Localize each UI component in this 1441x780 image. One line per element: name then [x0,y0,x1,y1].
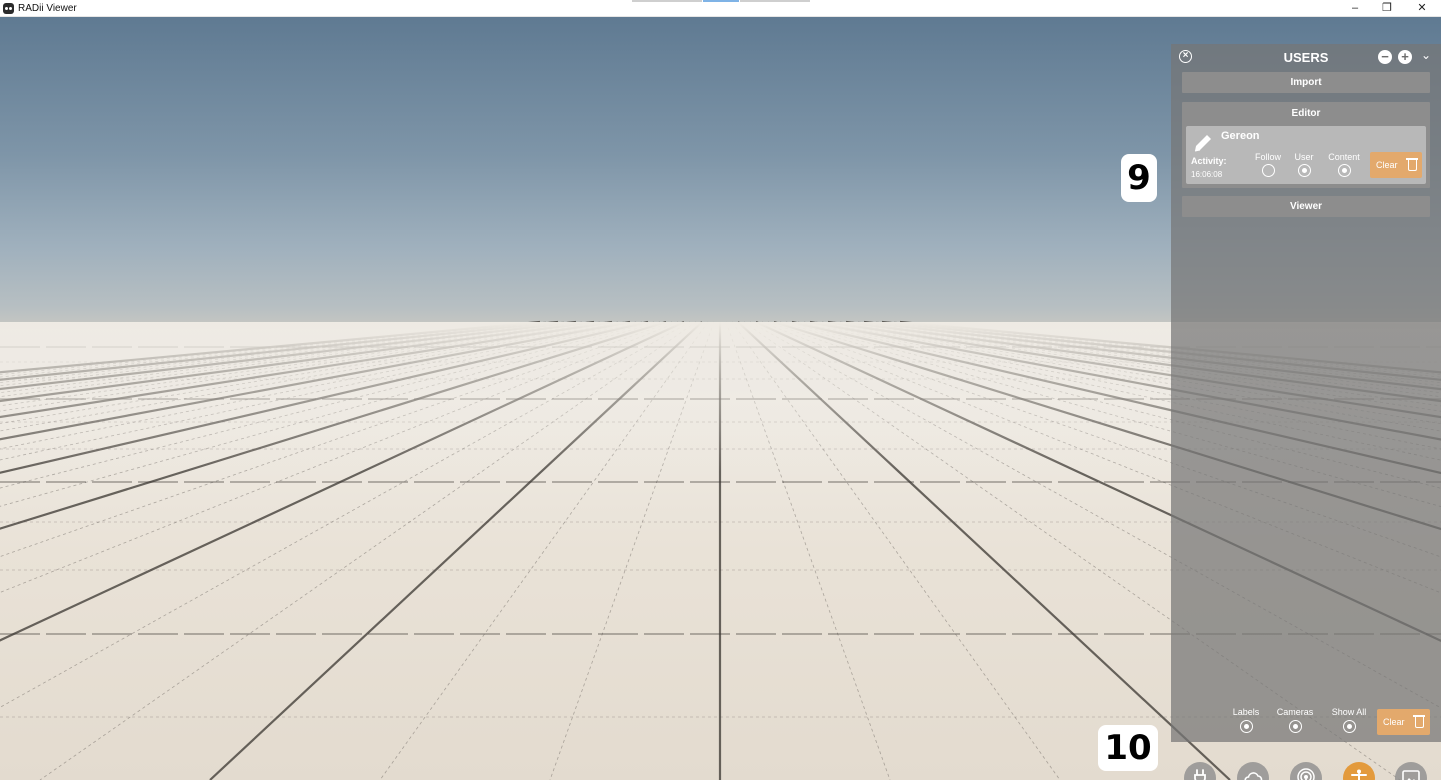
user-card: Gereon Activity: 16:06:08 Follow User Co… [1186,126,1426,184]
users-panel-header: × USERS − + ⌄ [1171,44,1441,70]
user-name: Gereon [1221,130,1260,142]
import-button[interactable]: Import [1182,72,1430,93]
user-radio[interactable] [1298,164,1311,177]
show-all-label: Show All [1331,707,1367,717]
minimize-button[interactable]: – [1338,0,1372,17]
window-title: RADii Viewer [18,3,77,14]
show-all-radio[interactable] [1343,720,1356,733]
trash-icon [1413,715,1425,728]
viewer-button[interactable]: Viewer [1182,196,1430,217]
users-panel: × USERS − + ⌄ Import Editor Gereon Activ… [1171,44,1441,742]
plus-circle-icon[interactable]: + [1398,50,1412,64]
bottom-clear-button[interactable]: Clear [1377,709,1430,735]
editor-section: Editor Gereon Activity: 16:06:08 Follow … [1182,102,1430,188]
follow-radio[interactable] [1262,164,1275,177]
annotation-badge-10: 10 [1098,725,1158,771]
title-bar: RADii Viewer – ❐ ✕ [0,0,1441,17]
labels-label: Labels [1232,707,1260,717]
editor-section-title: Editor [1291,108,1321,119]
annotation-badge-9: 9 [1121,154,1157,202]
trash-icon [1406,158,1418,171]
content-label: Content [1328,152,1360,162]
pencil-icon[interactable] [1192,132,1214,154]
labels-radio[interactable] [1240,720,1253,733]
user-label: User [1294,152,1314,162]
chevron-down-icon[interactable]: ⌄ [1421,48,1431,62]
image-icon [1402,770,1420,780]
broadcast-icon [1297,768,1315,780]
close-window-button[interactable]: ✕ [1405,0,1439,17]
content-radio[interactable] [1338,164,1351,177]
bottom-clear-label: Clear [1383,717,1405,727]
person-icon [1351,769,1367,780]
activity-time: 16:06:08 [1191,170,1223,179]
title-strip-highlight [703,0,739,2]
cameras-label: Cameras [1276,707,1314,717]
cloud-icon [1244,772,1263,780]
clear-label: Clear [1376,160,1398,170]
cameras-radio[interactable] [1289,720,1302,733]
app-logo-icon [3,3,14,14]
plug-icon [1194,769,1206,780]
activity-label: Activity: [1191,156,1227,166]
title-strip [632,0,702,2]
follow-label: Follow [1254,152,1281,162]
user-clear-button[interactable]: Clear [1370,152,1422,178]
maximize-button[interactable]: ❐ [1370,0,1404,17]
minus-circle-icon[interactable]: − [1378,50,1392,64]
title-strip [740,0,810,2]
